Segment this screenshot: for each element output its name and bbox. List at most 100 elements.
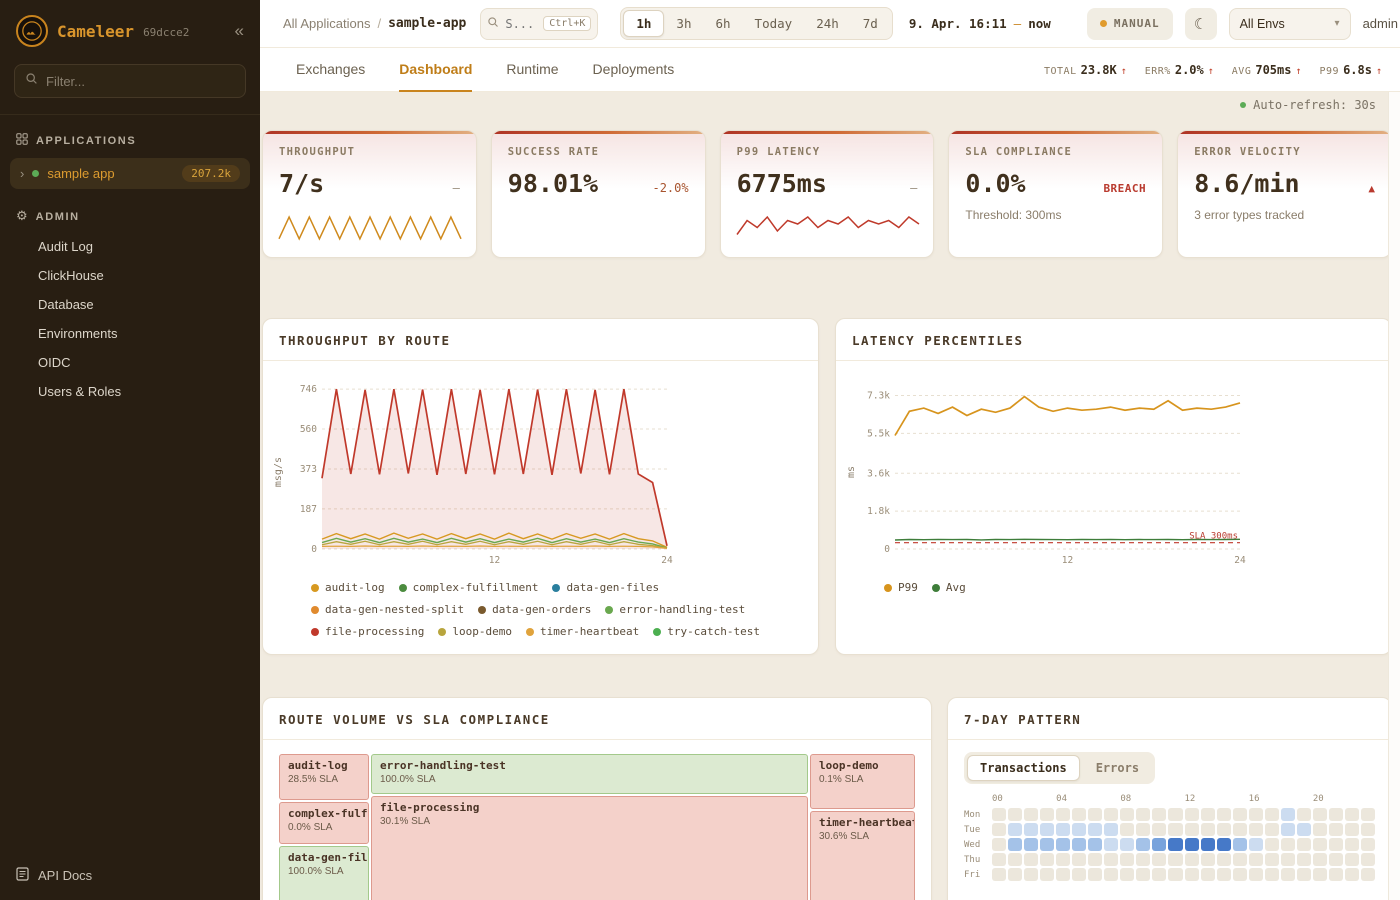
heatmap-cell	[1201, 823, 1215, 836]
heatmap-day-label: Thu	[964, 853, 990, 866]
legend-item-data-gen-files[interactable]: data-gen-files	[552, 581, 659, 594]
global-search[interactable]: Ctrl+K	[480, 8, 598, 40]
env-filter-select[interactable]: All Envs ▾	[1229, 8, 1351, 40]
heatmap-hour-label	[1072, 794, 1086, 806]
sidebar: Cameleer 69dcce2 « APPLICATIONS › sample…	[0, 0, 260, 900]
stat-label: AVG	[1232, 66, 1252, 77]
heatmap-cell	[1249, 838, 1263, 851]
treemap-cell-loop-demo[interactable]: loop-demo0.1% SLA	[810, 754, 915, 809]
heatmap-cell	[992, 823, 1006, 836]
heatmap-cell	[1168, 823, 1182, 836]
legend-label: data-gen-nested-split	[325, 603, 464, 616]
heatmap-cell	[1217, 823, 1231, 836]
filter-input[interactable]	[46, 74, 235, 89]
treemap-cell-data-gen-files[interactable]: data-gen-files100.0% SLA	[279, 846, 369, 900]
legend-item-audit-log[interactable]: audit-log	[311, 581, 385, 594]
toggle-errors[interactable]: Errors	[1083, 755, 1152, 781]
kpi-value: 7/s	[279, 169, 324, 198]
heatmap-cell	[1361, 868, 1375, 881]
heatmap-cell	[1217, 868, 1231, 881]
sidebar-item-sample-app[interactable]: › sample app 207.2k	[10, 158, 250, 189]
legend-item-data-gen-orders[interactable]: data-gen-orders	[478, 603, 591, 616]
time-range-7d[interactable]: 7d	[851, 10, 890, 37]
time-range-today[interactable]: Today	[743, 10, 805, 37]
arrow-up-icon: ↑	[1208, 66, 1214, 77]
heatmap-cell	[1185, 868, 1199, 881]
treemap-cell-complex-fulfil[interactable]: complex-fulfil...0.0% SLA	[279, 802, 369, 844]
legend-item-p99[interactable]: P99	[884, 581, 918, 594]
heatmap-cell	[1297, 823, 1311, 836]
heatmap-day-label: Mon	[964, 808, 990, 821]
heatmap-cell	[1265, 838, 1279, 851]
legend-item-complex-fulfillment[interactable]: complex-fulfillment	[399, 581, 539, 594]
tab-deployments[interactable]: Deployments	[593, 48, 675, 92]
heatmap-cell	[1345, 853, 1359, 866]
panel-title: 7-DAY PATTERN	[948, 698, 1391, 740]
sidebar-item-database[interactable]: Database	[0, 290, 260, 319]
legend-dot	[526, 628, 534, 636]
treemap-cell-timer-heartbeat[interactable]: timer-heartbeat30.6% SLA	[810, 811, 915, 900]
tab-dashboard[interactable]: Dashboard	[399, 48, 472, 92]
sidebar-collapse-icon[interactable]: «	[235, 21, 244, 41]
treemap-cell-file-processing[interactable]: file-processing30.1% SLA	[371, 796, 808, 900]
heatmap-toggle-row: Transactions Errors	[964, 752, 1375, 784]
heatmap-cell	[1136, 868, 1150, 881]
stat-p99: P996.8s↑	[1320, 63, 1383, 77]
legend-label: audit-log	[325, 581, 385, 594]
time-range-24h[interactable]: 24h	[804, 10, 851, 37]
treemap-cell-name: complex-fulfil...	[288, 807, 360, 820]
treemap-cell-audit-log[interactable]: audit-log28.5% SLA	[279, 754, 369, 800]
legend-item-timer-heartbeat[interactable]: timer-heartbeat	[526, 625, 639, 638]
heatmap-cell	[1329, 808, 1343, 821]
latency-chart: 01.8k3.6k5.5k7.3k1224SLA 300ms	[857, 377, 1252, 567]
arrow-up-icon: ↑	[1376, 66, 1382, 77]
latency-percentiles-card: LATENCY PERCENTILES ms 01.8k3.6k5.5k7.3k…	[835, 318, 1392, 655]
scrollbar-track[interactable]	[1388, 92, 1400, 900]
legend-item-loop-demo[interactable]: loop-demo	[438, 625, 512, 638]
manual-refresh-button[interactable]: MANUAL	[1087, 8, 1173, 40]
heatmap-hour-label	[1088, 794, 1102, 806]
api-docs-link[interactable]: API Docs	[0, 851, 260, 900]
heatmap-cell	[1120, 838, 1134, 851]
legend-dot	[438, 628, 446, 636]
heatmap-cell	[1361, 838, 1375, 851]
legend-item-error-handling-test[interactable]: error-handling-test	[605, 603, 745, 616]
heatmap-hour-label	[1024, 794, 1038, 806]
throughput-chart: 01873735607461224	[284, 377, 679, 567]
legend-item-try-catch-test[interactable]: try-catch-test	[653, 625, 760, 638]
toggle-transactions[interactable]: Transactions	[967, 755, 1080, 781]
legend-item-data-gen-nested-split[interactable]: data-gen-nested-split	[311, 603, 464, 616]
sidebar-item-clickhouse[interactable]: ClickHouse	[0, 261, 260, 290]
stat-err: ERR%2.0%↑	[1145, 63, 1214, 77]
time-range-3h[interactable]: 3h	[664, 10, 703, 37]
tab-runtime[interactable]: Runtime	[506, 48, 558, 92]
auto-refresh-dot	[1240, 102, 1246, 108]
heatmap-cell	[1249, 823, 1263, 836]
treemap-cell-sla: 0.1% SLA	[819, 774, 906, 785]
legend-dot	[311, 628, 319, 636]
sidebar-item-environments[interactable]: Environments	[0, 319, 260, 348]
heatmap-hour-label	[1168, 794, 1182, 806]
sidebar-item-oidc[interactable]: OIDC	[0, 348, 260, 377]
sidebar-item-audit-log[interactable]: Audit Log	[0, 232, 260, 261]
stat-label: TOTAL	[1044, 66, 1077, 77]
dark-mode-toggle[interactable]: ☾	[1185, 8, 1217, 40]
time-range-1h[interactable]: 1h	[623, 10, 664, 37]
treemap-cell-sla: 30.6% SLA	[819, 831, 906, 842]
legend-item-avg[interactable]: Avg	[932, 581, 966, 594]
legend-item-file-processing[interactable]: file-processing	[311, 625, 424, 638]
search-input[interactable]	[505, 17, 533, 31]
heatmap-cell	[1185, 853, 1199, 866]
header-stats: TOTAL23.8K↑ERR%2.0%↑AVG705ms↑P996.8s↑	[1044, 63, 1400, 77]
stat-value: 705ms	[1255, 63, 1291, 77]
treemap-cell-error-handling-test[interactable]: error-handling-test100.0% SLA	[371, 754, 808, 794]
time-range-6h[interactable]: 6h	[703, 10, 742, 37]
breadcrumb-root-link[interactable]: All Applications	[283, 16, 370, 31]
treemap-cell-name: data-gen-files	[288, 851, 360, 864]
heatmap-day-label: Tue	[964, 823, 990, 836]
sidebar-item-users-roles[interactable]: Users & Roles	[0, 377, 260, 406]
tab-exchanges[interactable]: Exchanges	[296, 48, 365, 92]
shortcut-kbd: Ctrl+K	[543, 16, 591, 31]
stat-avg: AVG705ms↑	[1232, 63, 1302, 77]
svg-text:12: 12	[1062, 555, 1073, 566]
